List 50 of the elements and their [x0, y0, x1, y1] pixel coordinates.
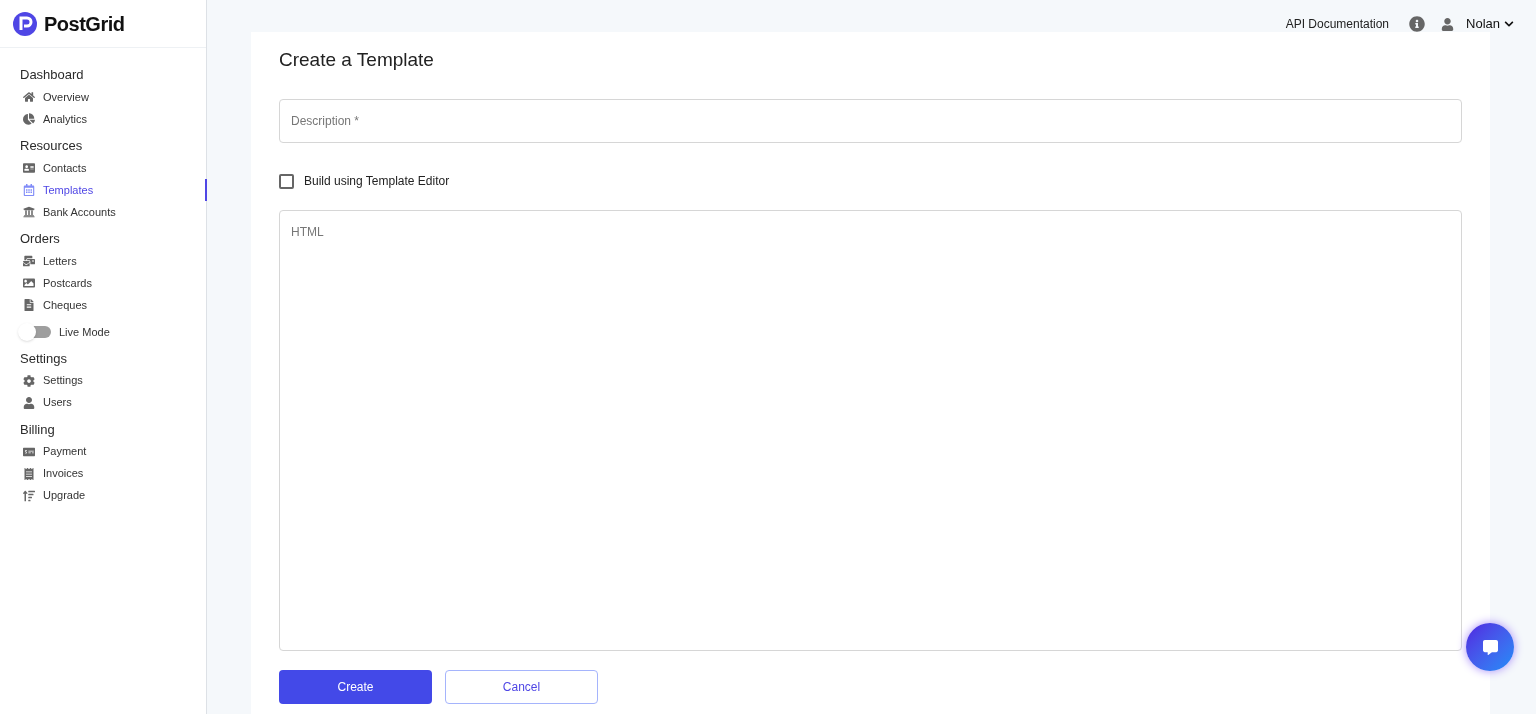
html-field[interactable]: HTML	[279, 210, 1462, 651]
receipt-icon	[23, 467, 35, 480]
live-mode-switch[interactable]	[20, 326, 51, 339]
nav-item[interactable]: Settings	[0, 369, 206, 392]
settings-icon	[23, 374, 35, 387]
active-indicator	[205, 179, 207, 201]
chat-button[interactable]	[1466, 623, 1514, 671]
card-check-icon	[23, 445, 35, 458]
caret-icon	[1504, 19, 1514, 29]
user-icon	[1441, 17, 1455, 31]
nav-item[interactable]: Users	[0, 391, 206, 414]
brand-name: PostGrid	[44, 11, 125, 37]
nav-item[interactable]: Postcards	[0, 272, 206, 294]
nav-item[interactable]: Upgrade	[0, 484, 206, 507]
nav-item[interactable]: Contacts	[0, 157, 206, 179]
user-icon	[23, 396, 35, 409]
house-icon	[23, 91, 35, 103]
nav-item[interactable]: Invoices	[0, 462, 206, 485]
section-heading: Resources	[19, 137, 84, 155]
user-menu[interactable]: Nolan	[1466, 14, 1514, 34]
chat-icon	[1482, 639, 1498, 655]
logo-icon	[12, 10, 38, 37]
api-documentation-link[interactable]: API Documentation	[1285, 15, 1390, 33]
checkbox[interactable]	[279, 173, 294, 189]
info-icon[interactable]	[1409, 16, 1426, 32]
checkbox-label: Build using Template Editor	[304, 173, 450, 190]
section-heading: Settings	[19, 349, 68, 368]
image-icon	[23, 277, 35, 289]
mail-icon	[23, 255, 35, 267]
nav-item[interactable]: Bank Accounts	[0, 201, 206, 223]
nav-item[interactable]: Letters	[0, 250, 206, 272]
section-heading: Dashboard	[19, 66, 85, 84]
nav-item[interactable]: Analytics	[0, 108, 206, 130]
switch-label: Live Mode	[59, 325, 110, 340]
section-heading: Orders	[19, 230, 61, 248]
nav-item[interactable]: Cheques	[0, 294, 206, 316]
bank-icon	[23, 206, 35, 218]
calendar-icon	[23, 184, 35, 196]
contact-card-icon	[23, 162, 35, 174]
nav-item[interactable]: Overview	[0, 86, 206, 108]
nav-item[interactable]: Templates	[0, 179, 206, 201]
sort-icon	[23, 489, 35, 502]
document-icon	[23, 299, 35, 311]
page-title: Create a Template	[279, 48, 435, 72]
cancel-button[interactable]: Cancel	[445, 670, 598, 704]
description-field[interactable]: Description *	[279, 99, 1462, 143]
pie-chart-icon	[23, 113, 35, 125]
section-heading: Billing	[19, 420, 56, 439]
create-button[interactable]: Create	[279, 670, 432, 704]
nav-item[interactable]: Payment	[0, 440, 206, 463]
